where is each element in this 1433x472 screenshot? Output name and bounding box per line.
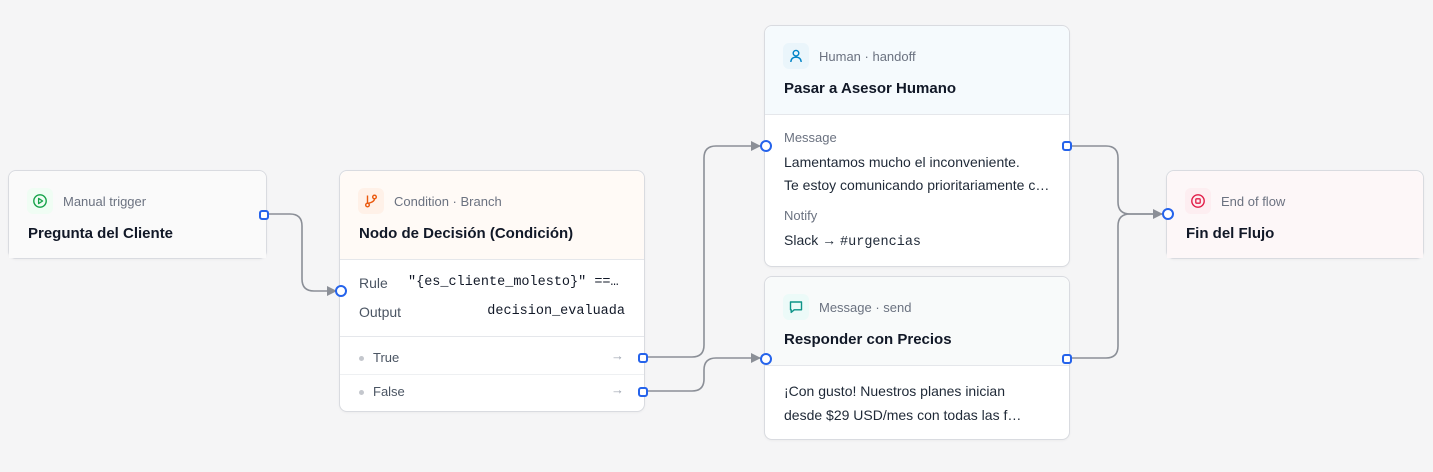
output-port[interactable] xyxy=(259,210,269,220)
user-icon xyxy=(783,43,809,69)
true-output-port[interactable] xyxy=(638,353,648,363)
message-send-node[interactable]: Message · send Responder con Precios ¡Co… xyxy=(760,276,1072,440)
play-circle-icon xyxy=(27,188,53,214)
bullet-dot xyxy=(359,356,364,361)
input-port[interactable] xyxy=(335,285,347,297)
message-line-1: Lamentamos mucho el inconveniente. xyxy=(784,154,1020,170)
edge-trigger-to-condition[interactable] xyxy=(268,213,337,296)
rule-value: "{es_cliente_molesto}" == "true" xyxy=(408,275,622,290)
branch-false[interactable]: False → xyxy=(340,375,644,408)
output-port[interactable] xyxy=(1062,141,1072,151)
output-value: decision_evaluada xyxy=(487,304,625,319)
flow-canvas[interactable]: Manual trigger Pregunta del Cliente Cond… xyxy=(0,0,1433,472)
node-title: Nodo de Decisión (Condición) xyxy=(359,225,574,242)
node-kind-label: Manual trigger xyxy=(63,193,147,209)
branch-label: False xyxy=(373,384,405,399)
edge-true-to-human[interactable] xyxy=(646,141,761,358)
false-output-port[interactable] xyxy=(638,387,648,397)
output-port[interactable] xyxy=(1062,354,1072,364)
input-port[interactable] xyxy=(1162,208,1174,220)
node-title: Responder con Precios xyxy=(784,331,952,348)
bullet-dot xyxy=(359,390,364,395)
node-kind-label: Message · send xyxy=(819,299,912,315)
edge-false-to-message[interactable] xyxy=(646,353,761,392)
input-port[interactable] xyxy=(760,353,772,365)
output-label: Output xyxy=(359,304,402,320)
input-port[interactable] xyxy=(760,140,772,152)
arrow-right-icon: → xyxy=(611,348,624,363)
arrow-right-icon: → xyxy=(611,382,624,397)
condition-node[interactable]: Condition · Branch Nodo de Decisión (Con… xyxy=(335,170,648,412)
notify-label: Notify xyxy=(784,208,818,223)
chat-bubble-icon xyxy=(783,294,809,320)
branch-true[interactable]: True → xyxy=(340,341,644,374)
branch-label: True xyxy=(373,350,400,365)
git-branch-icon xyxy=(358,188,384,214)
message-label: Message xyxy=(784,130,837,145)
rule-label: Rule xyxy=(359,275,388,291)
notify-service: Slack → xyxy=(784,232,841,248)
stop-circle-icon xyxy=(1185,188,1211,214)
notify-target: Slack → #urgencias xyxy=(784,232,1050,250)
end-of-flow-node[interactable]: End of flow Fin del Flujo xyxy=(1162,170,1424,259)
node-kind-label: Human · handoff xyxy=(819,48,916,64)
message-text-line-2: desde $29 USD/mes con todas las funcione… xyxy=(784,407,1028,423)
node-title: Pregunta del Cliente xyxy=(28,225,174,242)
message-text-line-1: ¡Con gusto! Nuestros planes inician xyxy=(784,383,1006,399)
message-line-2: Te estoy comunicando prioritariamente co… xyxy=(784,177,1050,193)
node-title: Pasar a Asesor Humano xyxy=(784,80,957,97)
edge-message-to-end[interactable] xyxy=(1072,213,1162,359)
node-kind-label: Condition · Branch xyxy=(394,193,502,209)
trigger-node[interactable]: Manual trigger Pregunta del Cliente xyxy=(8,170,269,259)
node-title: Fin del Flujo xyxy=(1186,225,1275,242)
human-handoff-node[interactable]: Human · handoff Pasar a Asesor Humano Me… xyxy=(760,25,1072,267)
edge-human-to-end[interactable] xyxy=(1072,145,1163,219)
notify-channel: #urgencias xyxy=(840,235,922,250)
node-kind-label: End of flow xyxy=(1221,193,1286,209)
